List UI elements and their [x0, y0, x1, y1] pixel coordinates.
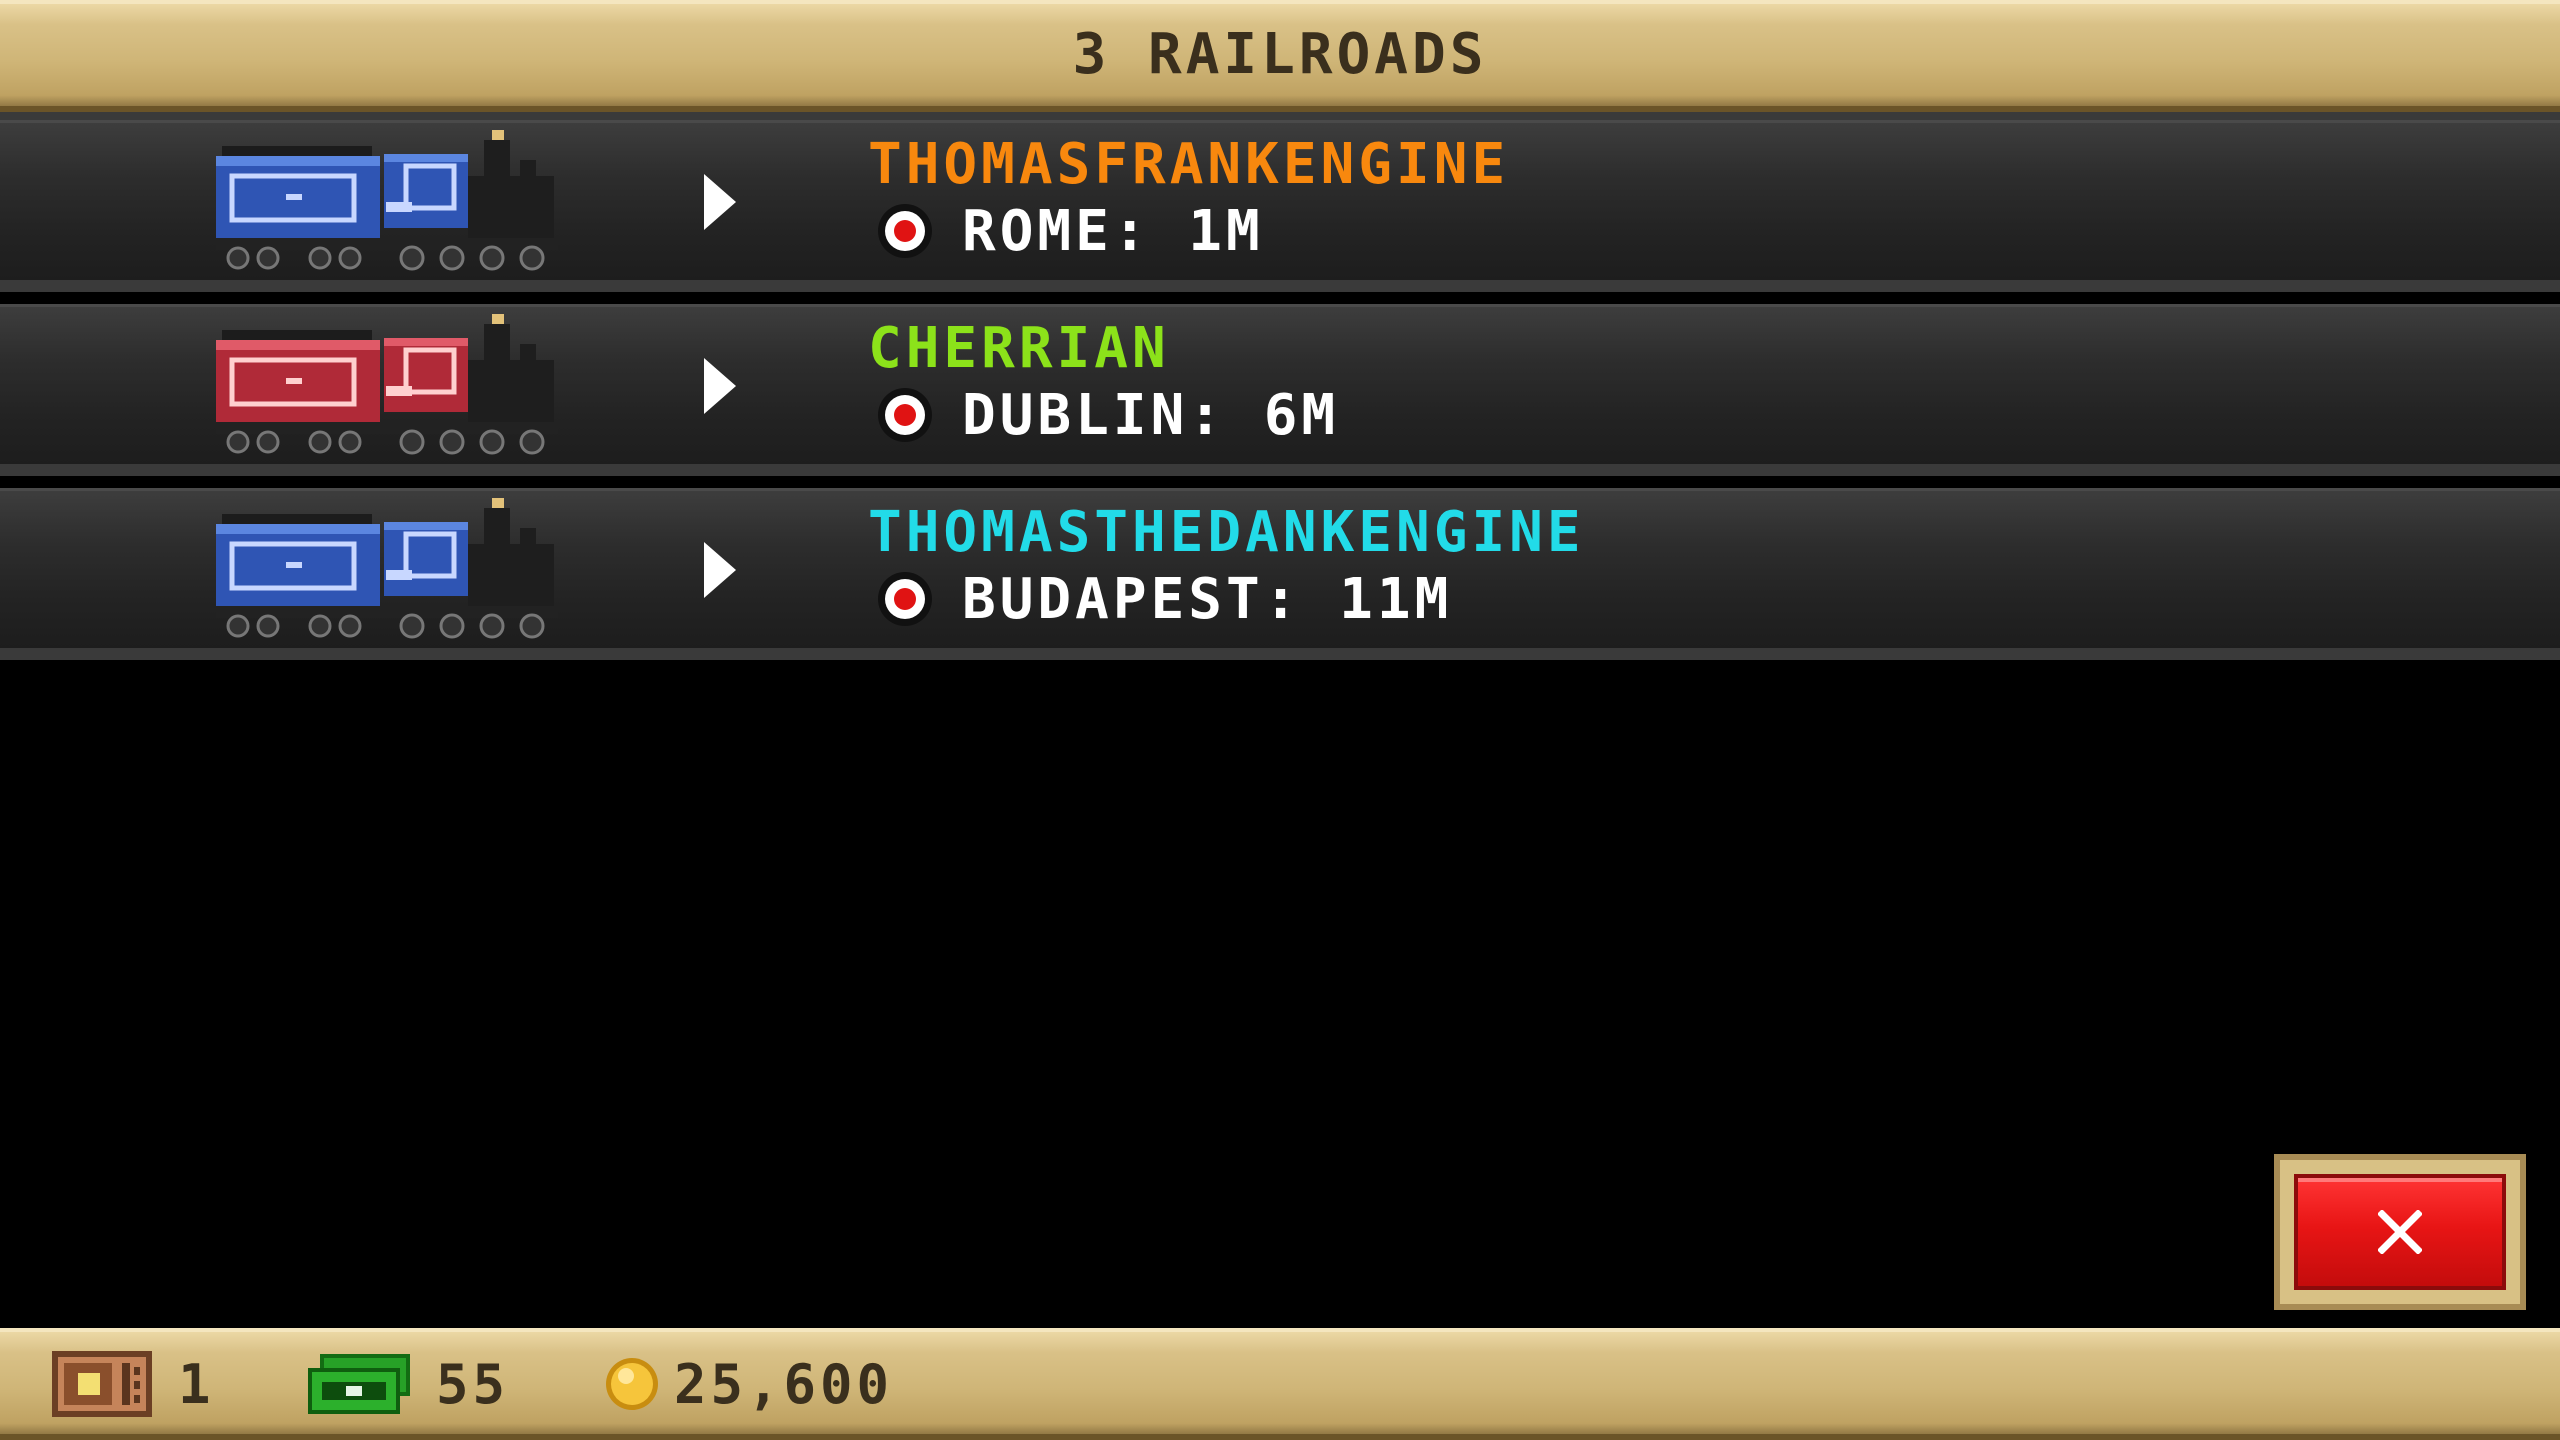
- play-arrow-icon: [704, 174, 736, 230]
- page-title: 3 RAILROADS: [1072, 22, 1488, 87]
- coin-icon: [606, 1358, 658, 1410]
- coins-count: 25,600: [674, 1352, 894, 1416]
- location-text: DUBLIN: 6M: [962, 382, 1340, 448]
- railroad-row[interactable]: THOMASFRANKENGINE ROME: 1M: [0, 120, 2560, 292]
- railroad-name: THOMASFRANKENGINE: [868, 132, 1510, 197]
- ticket-icon: [52, 1351, 152, 1417]
- play-arrow-icon: [704, 542, 736, 598]
- tickets-count: 1: [178, 1352, 215, 1416]
- location-text: ROME: 1M: [962, 198, 1264, 264]
- railroad-location: ROME: 1M: [876, 196, 1264, 266]
- coins-counter: 25,600: [604, 1346, 893, 1422]
- railroad-location: BUDAPEST: 11M: [876, 564, 1452, 634]
- close-x-icon: [2378, 1210, 2422, 1254]
- railroad-name: THOMASTHEDANKENGINE: [868, 500, 1585, 565]
- red-train-icon: [216, 314, 558, 455]
- railroad-row[interactable]: THOMASTHEDANKENGINE BUDAPEST: 11M: [0, 488, 2560, 660]
- location-pin-icon: [878, 572, 932, 626]
- railroad-row[interactable]: CHERRIAN DUBLIN: 6M: [0, 304, 2560, 476]
- cash-icon: [308, 1354, 410, 1414]
- tickets-counter: 1: [50, 1346, 215, 1422]
- railroad-name: CHERRIAN: [868, 316, 1170, 381]
- blue-train-icon: [216, 498, 558, 639]
- location-text: BUDAPEST: 11M: [962, 566, 1453, 632]
- header-bar: 3 RAILROADS: [0, 0, 2560, 120]
- close-button[interactable]: [2274, 1154, 2526, 1310]
- cash-counter: 55: [306, 1346, 509, 1422]
- close-button-face[interactable]: [2294, 1174, 2506, 1290]
- play-arrow-icon: [704, 358, 736, 414]
- blue-train-icon: [216, 130, 558, 271]
- location-pin-icon: [878, 204, 932, 258]
- location-pin-icon: [878, 388, 932, 442]
- cash-count: 55: [436, 1352, 510, 1416]
- railroad-location: DUBLIN: 6M: [876, 380, 1339, 450]
